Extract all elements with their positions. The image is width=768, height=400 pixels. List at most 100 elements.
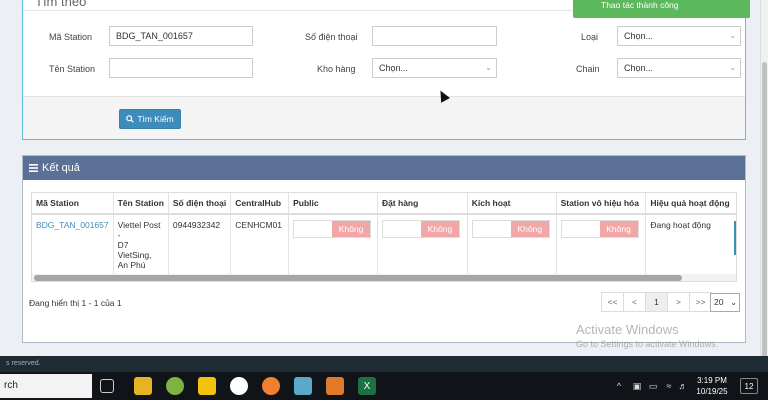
cell-phone: 0944932342 (168, 214, 232, 275)
type-select[interactable]: Chọn... ⌄ (617, 26, 741, 46)
page-size-select[interactable]: 20 ⌄ (710, 293, 740, 312)
label-station-name: Tên Station (49, 64, 96, 74)
file-explorer-icon[interactable] (134, 377, 152, 395)
activation-watermark-subtitle: Go to Settings to activate Windows. (576, 339, 719, 349)
activation-watermark-title: Activate Windows (576, 322, 679, 337)
page-next-button[interactable]: > (667, 292, 690, 312)
tray-chevron-icon[interactable]: ^ (612, 372, 626, 400)
active-toggle-state: Không (510, 221, 549, 237)
excel-icon[interactable]: X (358, 377, 376, 395)
page-last-button[interactable]: >> (689, 292, 712, 312)
chevron-down-icon: ⌄ (729, 31, 736, 40)
col-phone[interactable]: Số điện thoại (168, 193, 232, 215)
public-toggle[interactable]: Không (293, 220, 372, 238)
cell-active: Không (467, 214, 557, 275)
chat-app-icon[interactable] (230, 377, 248, 395)
search-button[interactable]: Tìm Kiếm (119, 109, 181, 129)
col-performance[interactable]: Hiệu quả hoạt động (645, 193, 736, 215)
task-view-icon[interactable] (100, 379, 114, 393)
cell-order: Không (377, 214, 468, 275)
col-central-hub[interactable]: CentralHub (230, 193, 290, 215)
label-type: Loại (581, 32, 599, 42)
wifi-icon[interactable]: ≈ (662, 372, 676, 400)
clock-date: 10/19/25 (696, 387, 728, 396)
col-disabled[interactable]: Station vô hiệu hóa (556, 193, 647, 215)
tray-app-icon[interactable]: ▣ (630, 372, 644, 400)
vertical-scrollbar[interactable] (760, 0, 768, 372)
warehouse-select-value: Chọn... (379, 63, 409, 73)
results-table: Mã Station Tên Station Số điện thoại Cen… (32, 193, 736, 275)
order-toggle-state: Không (420, 221, 459, 237)
col-station-name[interactable]: Tên Station (113, 193, 169, 215)
chevron-down-icon: ⌄ (729, 63, 736, 72)
chain-select-value: Chọn... (624, 63, 654, 73)
volume-icon[interactable]: ♬ (676, 372, 690, 400)
disabled-toggle-state: Không (599, 221, 638, 237)
col-order[interactable]: Đặt hàng (377, 193, 468, 215)
cell-public: Không (288, 214, 378, 275)
app-page: Tìm theo Mã Station BDG_TAN_001657 Tên S… (0, 0, 760, 356)
col-public[interactable]: Public (288, 193, 378, 215)
app-icon[interactable] (166, 377, 184, 395)
taskbar-search-box[interactable]: rch (0, 374, 92, 398)
cell-station-name: Viettel Post - D7 VietSing, An Phú (113, 214, 169, 275)
search-panel: Tìm theo Mã Station BDG_TAN_001657 Tên S… (22, 0, 747, 140)
disabled-toggle[interactable]: Không (560, 220, 639, 238)
cell-station-code: BDG_TAN_001657 (32, 214, 114, 275)
clock-time: 3:19 PM (697, 376, 727, 385)
station-name-line: VietSing, (117, 250, 152, 260)
notepad-icon[interactable] (294, 377, 312, 395)
table-row: BDG_TAN_001657 Viettel Post - D7 VietSin… (32, 214, 736, 275)
chevron-down-icon: ⌄ (485, 63, 492, 72)
page-footer: s reserved. (0, 356, 768, 372)
list-icon (29, 164, 38, 172)
search-panel-footer: Tìm Kiếm (23, 96, 745, 139)
cell-performance: Đang hoạt động (645, 214, 736, 275)
results-table-wrapper: Mã Station Tên Station Số điện thoại Cen… (31, 192, 737, 282)
search-icon (126, 115, 134, 123)
search-button-label: Tìm Kiếm (137, 114, 174, 124)
chain-select[interactable]: Chọn... ⌄ (617, 58, 741, 78)
col-active[interactable]: Kích hoạt (467, 193, 557, 215)
browser-icon[interactable] (262, 377, 280, 395)
station-code-input[interactable]: BDG_TAN_001657 (109, 26, 253, 46)
station-code-link[interactable]: BDG_TAN_001657 (36, 220, 109, 230)
sticky-notes-icon[interactable] (198, 377, 216, 395)
label-warehouse: Kho hàng (317, 64, 356, 74)
station-name-line: An Phú (117, 260, 146, 270)
table-header-row: Mã Station Tên Station Số điện thoại Cen… (32, 193, 736, 215)
results-panel: Kết quả Mã Station Tên Station Số điện t… (22, 155, 746, 343)
pagination: << < 1 > >> (601, 292, 712, 312)
battery-icon[interactable]: ▭ (646, 372, 660, 400)
station-name-input[interactable] (109, 58, 253, 78)
cell-central-hub: CENHCM01 (230, 214, 290, 275)
vertical-scrollbar-thumb[interactable] (762, 62, 767, 372)
label-phone: Số điện thoại (305, 32, 358, 42)
windows-taskbar: rch X ^ ▣ ▭ ≈ ♬ 3:19 PM 10/19/25 12 (0, 372, 768, 400)
label-chain: Chain (576, 64, 600, 74)
notification-center-icon[interactable]: 12 (740, 378, 758, 394)
horizontal-scrollbar-thumb[interactable] (34, 275, 682, 281)
warehouse-select[interactable]: Chọn... ⌄ (372, 58, 497, 78)
chevron-down-icon: ⌄ (730, 298, 737, 307)
page-prev-button[interactable]: < (623, 292, 646, 312)
station-name-line: Viettel Post - (117, 220, 161, 240)
page-size-value: 20 (714, 297, 724, 307)
phone-input[interactable] (372, 26, 497, 46)
station-name-line: D7 (117, 240, 129, 250)
label-station-code: Mã Station (49, 32, 93, 42)
search-panel-title: Tìm theo (35, 0, 87, 9)
order-toggle[interactable]: Không (381, 220, 460, 238)
page-current-button[interactable]: 1 (645, 292, 668, 312)
type-select-value: Chọn... (624, 31, 654, 41)
col-station-code[interactable]: Mã Station (32, 193, 114, 215)
page-first-button[interactable]: << (601, 292, 624, 312)
results-header: Kết quả (23, 156, 745, 180)
cell-disabled: Không (556, 214, 647, 275)
active-toggle[interactable]: Không (471, 220, 550, 238)
sublime-icon[interactable] (326, 377, 344, 395)
public-toggle-state: Không (332, 221, 371, 237)
horizontal-scrollbar[interactable] (32, 274, 736, 281)
results-title: Kết quả (42, 162, 80, 174)
taskbar-clock[interactable]: 3:19 PM 10/19/25 (692, 375, 732, 397)
